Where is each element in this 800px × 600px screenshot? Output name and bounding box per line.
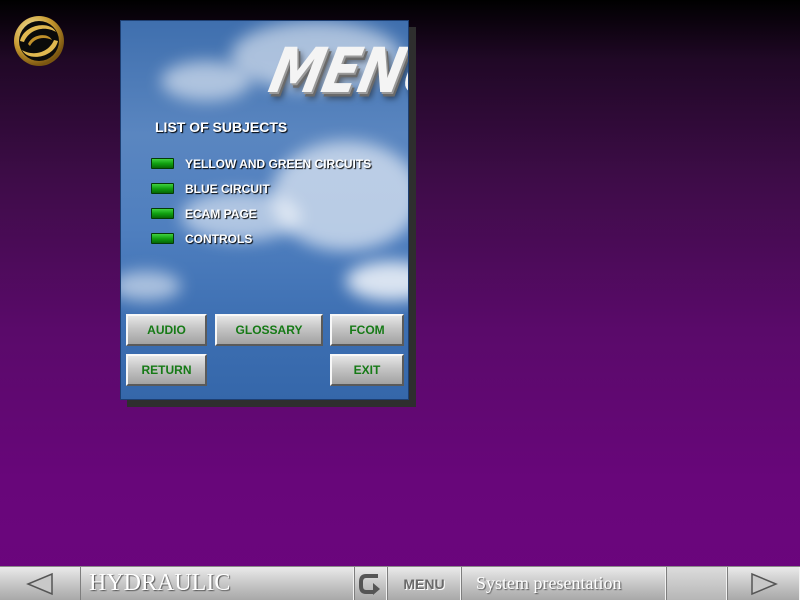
return-button[interactable]: RETURN — [126, 354, 207, 386]
return-arrow-icon — [358, 573, 380, 595]
next-page-button[interactable] — [727, 567, 800, 600]
cloud-decoration — [346, 261, 408, 301]
subject-list: YELLOW AND GREEN CIRCUITS BLUE CIRCUIT E… — [151, 151, 371, 251]
subject-item-yellow-green-circuits[interactable]: YELLOW AND GREEN CIRCUITS — [151, 151, 371, 176]
cloud-decoration — [121, 271, 181, 301]
fcom-button[interactable]: FCOM — [330, 314, 404, 346]
green-led-icon — [151, 158, 174, 169]
section-title: System presentation — [461, 567, 666, 600]
right-arrow-icon — [750, 572, 778, 595]
subject-label: YELLOW AND GREEN CIRCUITS — [185, 156, 372, 171]
subject-item-controls[interactable]: CONTROLS — [151, 226, 371, 251]
left-arrow-icon — [26, 572, 53, 595]
menu-title: MENU — [263, 34, 409, 107]
menu-panel: MENU LIST OF SUBJECTS YELLOW AND GREEN C… — [120, 20, 409, 400]
green-led-icon — [151, 233, 174, 244]
cloud-decoration — [161, 61, 251, 101]
audio-button[interactable]: AUDIO — [126, 314, 207, 346]
subject-item-ecam-page[interactable]: ECAM PAGE — [151, 201, 371, 226]
subject-label: CONTROLS — [185, 231, 253, 246]
exit-button[interactable]: EXIT — [330, 354, 404, 386]
back-button[interactable] — [354, 567, 387, 600]
glossary-button[interactable]: GLOSSARY — [215, 314, 323, 346]
list-of-subjects-title: LIST OF SUBJECTS — [155, 119, 288, 135]
green-led-icon — [151, 183, 174, 194]
subject-label: BLUE CIRCUIT — [185, 181, 270, 196]
bar-spacer — [666, 567, 727, 600]
subject-label: ECAM PAGE — [185, 206, 257, 221]
previous-page-button[interactable] — [0, 567, 80, 600]
menu-button[interactable]: MENU — [387, 567, 461, 600]
green-led-icon — [151, 208, 174, 219]
subject-item-blue-circuit[interactable]: BLUE CIRCUIT — [151, 176, 371, 201]
module-title: HYDRAULIC — [80, 567, 354, 600]
airline-logo-icon — [12, 14, 66, 68]
bottom-navigation-bar: HYDRAULIC MENU System presentation — [0, 566, 800, 600]
